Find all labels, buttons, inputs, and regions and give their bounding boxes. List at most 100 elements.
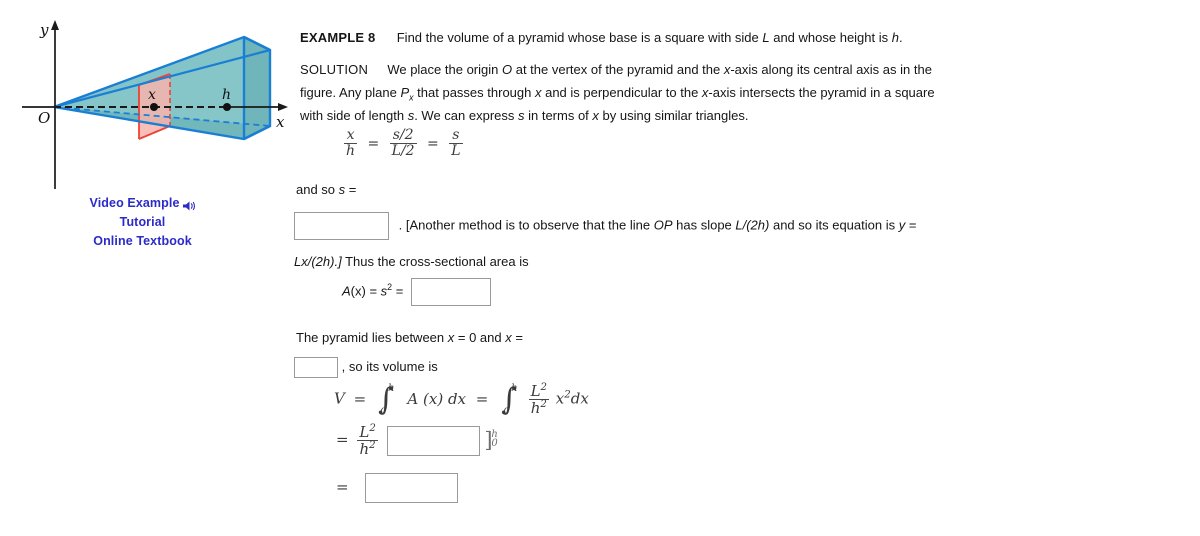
fraction-h-denominator: h bbox=[344, 143, 358, 160]
answer-input-area[interactable] bbox=[410, 278, 491, 306]
solution-line2-c: and is perpendicular to the bbox=[541, 85, 702, 100]
solution-line1-c: -axis along its central axis as in the bbox=[730, 62, 932, 77]
solution-line3-d: by using similar triangles. bbox=[598, 108, 749, 123]
online-textbook-link[interactable]: Online Textbook bbox=[0, 232, 285, 251]
solution-panel: EXAMPLE 8 Find the volume of a pyramid w… bbox=[294, 0, 1194, 536]
fraction-Lsq-over-hsq: L2 h2 bbox=[528, 382, 550, 416]
example-heading: EXAMPLE 8 Find the volume of a pyramid w… bbox=[300, 26, 903, 49]
integral-1-lower-limit: 0 bbox=[379, 406, 387, 418]
solution-line3-c: in terms of bbox=[524, 108, 593, 123]
another-method-next-b: Thus the cross-sectional area is bbox=[341, 254, 529, 269]
video-example-row: Video Example bbox=[90, 194, 196, 213]
fraction-x-over-h: x h bbox=[344, 127, 358, 160]
equals-sign-2: = bbox=[427, 135, 439, 152]
volume-equals-2: = bbox=[475, 389, 489, 408]
solution-line1-a: We place the origin bbox=[387, 62, 502, 77]
figure-panel: y x O x h Video Example Tutorial Online … bbox=[0, 0, 288, 536]
step2-fraction-numerator: L2 bbox=[359, 423, 376, 441]
fraction-shalf-over-Lhalf: s/2 L/2 bbox=[389, 127, 417, 160]
another-method-eq: = bbox=[905, 217, 917, 233]
solution-line2-b: that passes through bbox=[413, 85, 535, 100]
volume-step2-equals: = bbox=[336, 430, 349, 449]
example-prompt-part2: and whose height is bbox=[769, 30, 892, 45]
bounds-text-a: The pyramid lies between bbox=[296, 330, 448, 345]
area-equation-line: A(x) = s2 = bbox=[342, 278, 491, 306]
solution-line-1: SOLUTION We place the origin O at the ve… bbox=[300, 58, 932, 81]
example-prompt-part1: Find the volume of a pyramid whose base … bbox=[396, 30, 763, 45]
media-links-group: Video Example Tutorial Online Textbook bbox=[0, 194, 285, 251]
solution-line3-a: with side of length bbox=[300, 108, 408, 123]
fraction-s-numerator: s bbox=[452, 127, 460, 143]
solution-line-2: figure. Any plane Px that passes through… bbox=[300, 81, 935, 104]
x-axis-arrow bbox=[278, 103, 288, 111]
video-example-label: Video Example bbox=[89, 196, 180, 210]
cross-sectional-area-line: Lx/(2h).] Thus the cross-sectional area … bbox=[294, 250, 529, 273]
bounds-after-box: , so its volume is bbox=[341, 359, 438, 374]
solution-line2-a: figure. Any plane bbox=[300, 85, 401, 100]
example-prompt-var-L: L bbox=[762, 30, 770, 45]
volume-step3-line: = bbox=[336, 473, 459, 503]
similar-triangles-equation: x h = s/2 L/2 = s L bbox=[342, 127, 465, 160]
bounds-eq2: = bbox=[511, 330, 523, 345]
integrand-2-var: x bbox=[555, 389, 565, 408]
area-eq1: = bbox=[365, 283, 381, 299]
and-so-text-b: = bbox=[345, 182, 357, 197]
and-so-text-a: and so bbox=[296, 182, 339, 197]
video-example-link[interactable]: Video Example bbox=[0, 194, 285, 213]
evaluation-lower-limit: 0 bbox=[491, 438, 498, 450]
step2-fraction-Lsq-over-hsq: L2 h2 bbox=[357, 423, 378, 457]
area-paren-x: (x) bbox=[350, 283, 366, 299]
figure-cross-section-label: x bbox=[148, 87, 156, 103]
equals-sign-1: = bbox=[367, 135, 380, 152]
answer-input-step2[interactable] bbox=[386, 425, 480, 456]
fraction-x-numerator: x bbox=[346, 127, 355, 143]
speaker-icon bbox=[182, 199, 196, 211]
answer-input-bound[interactable] bbox=[294, 357, 338, 379]
y-axis-arrow bbox=[51, 20, 59, 30]
fraction-Lhalf-denominator: L/2 bbox=[389, 143, 417, 160]
another-method-next-a: Lx/(2h).] bbox=[294, 254, 342, 269]
volume-integral-equation: V = ∫ h 0 A (x) dx = ∫ h 0 L2 h2 x2dx bbox=[334, 381, 589, 418]
solution-line1-origin: O bbox=[501, 62, 513, 77]
bounds-answer-line: , so its volume is bbox=[294, 355, 438, 379]
fraction-L-denominator: L bbox=[449, 143, 463, 160]
another-method-line-OP: OP bbox=[653, 217, 673, 233]
point-h-dot bbox=[223, 103, 231, 111]
fraction-shalf-numerator: s/2 bbox=[392, 127, 414, 143]
fraction-hsq-denominator: h2 bbox=[528, 399, 550, 416]
volume-step2-line: = L2 h2 ] h 0 bbox=[336, 423, 498, 457]
example-tag: EXAMPLE 8 bbox=[300, 30, 376, 45]
integral-sign-1: ∫ h 0 bbox=[377, 381, 395, 418]
pyramid-diagram: y x O x h bbox=[8, 6, 293, 191]
area-A-symbol: A bbox=[342, 283, 351, 299]
evaluation-bracket: ] h 0 bbox=[484, 428, 498, 453]
fraction-Lsq-numerator: L2 bbox=[530, 382, 548, 400]
figure-x-label: x bbox=[276, 113, 285, 131]
answer-input-step3[interactable] bbox=[365, 473, 459, 503]
example-prompt-part3: . bbox=[898, 30, 903, 45]
pyramid-svg: y x O x h bbox=[22, 20, 288, 189]
solution-line2-P: P bbox=[400, 85, 410, 100]
tutorial-link[interactable]: Tutorial bbox=[0, 213, 285, 232]
integral-1-upper-limit: h bbox=[387, 382, 395, 394]
volume-equals-1: = bbox=[353, 389, 367, 408]
example-prompt-var-h: h bbox=[891, 30, 899, 45]
figure-y-label: y bbox=[39, 21, 49, 39]
another-method-line: . [Another method is to observe that the… bbox=[294, 212, 916, 240]
solution-line1-b: at the vertex of the pyramid and the bbox=[512, 62, 724, 77]
integrand-2-dx: dx bbox=[570, 389, 589, 408]
bounds-line: The pyramid lies between x = 0 and x = bbox=[296, 326, 523, 349]
volume-V-symbol: V bbox=[334, 389, 345, 408]
fraction-s-over-L: s L bbox=[449, 127, 463, 160]
answer-input-s[interactable] bbox=[294, 212, 389, 240]
integral-sign-2: ∫ h 0 bbox=[501, 381, 518, 418]
another-method-mid: has slope bbox=[672, 217, 736, 233]
solution-line3-b: . We can express bbox=[414, 108, 518, 123]
volume-step3-equals: = bbox=[336, 478, 349, 496]
and-so-s-line: and so s = bbox=[296, 178, 356, 201]
point-x-dot bbox=[150, 103, 158, 111]
solution-line-3: with side of length s. We can express s … bbox=[300, 104, 748, 127]
integral-2-upper-limit: h bbox=[511, 382, 518, 394]
another-method-post: and so its equation is bbox=[769, 217, 899, 233]
bounds-eq1: = 0 and bbox=[454, 330, 506, 345]
